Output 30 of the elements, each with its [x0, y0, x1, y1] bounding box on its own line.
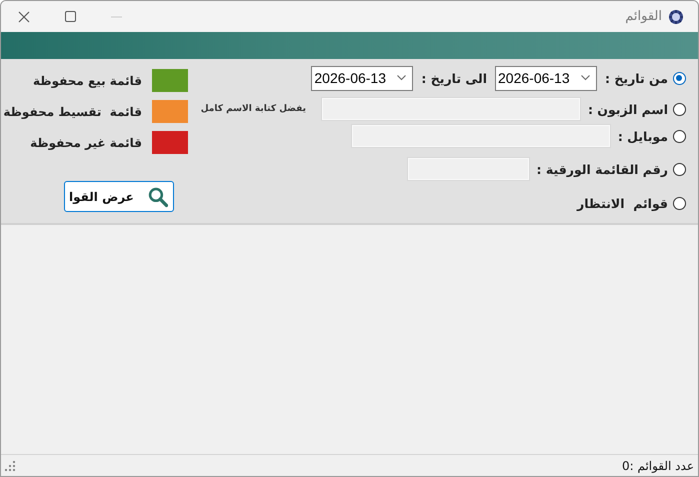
- show-lists-button[interactable]: عرض القوا: [64, 181, 174, 212]
- filter-label: اسم الزبون :: [588, 102, 668, 116]
- app-icon: [668, 8, 684, 24]
- radio-button[interactable]: [673, 102, 686, 116]
- legend-label: قائمة بيع محفوظة: [33, 74, 142, 88]
- chevron-down-icon: [581, 75, 590, 81]
- hint-text: يفضل كتابة الاسم كامل: [200, 104, 306, 114]
- legend-label: قائمة تقسيط محفوظة: [3, 104, 142, 118]
- maximize-icon: [64, 11, 76, 22]
- date-picker[interactable]: 2026-06-13: [495, 66, 598, 90]
- radio-button[interactable]: [673, 162, 686, 176]
- radio-button[interactable]: [673, 72, 686, 84]
- filter-label: الى تاريخ :: [421, 70, 488, 86]
- legend-label: قائمة غير محفوظة: [30, 136, 142, 150]
- window-title: القوائم: [625, 9, 662, 24]
- minimize-icon: [110, 16, 122, 18]
- status-text: عدد القوائم :0: [622, 458, 694, 472]
- filter-label: رقم القائمة الورقية :: [536, 162, 668, 176]
- filter-label: من تاريخ :: [605, 70, 668, 86]
- input-field[interactable]: [322, 98, 580, 120]
- filter-label: قوائم الانتظار: [577, 196, 668, 210]
- close-icon: [18, 10, 30, 22]
- resize-grip-icon: [5, 460, 15, 470]
- input-field[interactable]: [408, 158, 529, 180]
- date-picker[interactable]: 2026-06-13: [311, 66, 414, 90]
- chevron-down-icon: [397, 75, 406, 81]
- radio-button[interactable]: [673, 196, 686, 210]
- input-field[interactable]: [352, 125, 610, 147]
- radio-button[interactable]: [673, 130, 686, 142]
- filter-label: موبايل :: [618, 128, 668, 144]
